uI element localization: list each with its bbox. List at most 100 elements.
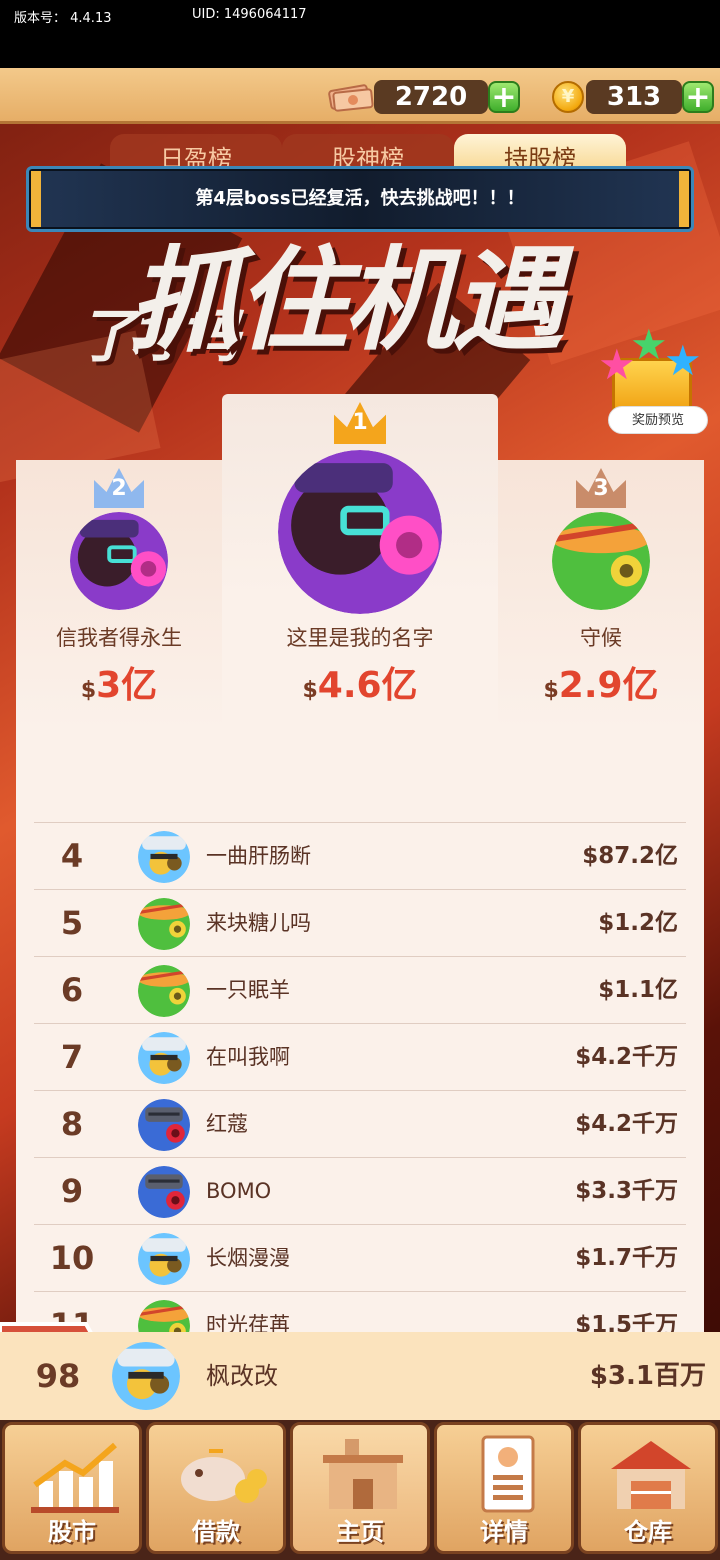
podium-name: 守候 [580,626,622,650]
currency-symbol: $ [543,678,559,703]
title-art: 了才吗 抓住机遇 [78,236,598,386]
status-bar: 版本号： 4.4.13 UID: 1496064117 [0,0,720,68]
add-coins-button[interactable]: + [682,81,714,113]
podium-rank-2[interactable]: 2 信我者得永生 $3亿 [16,460,222,720]
nav-label: 详情 [480,1518,528,1546]
row-money: $1.1亿 [598,977,678,1003]
stock-chart-icon [31,1442,119,1513]
podium-name: 这里是我的名字 [286,626,434,650]
crown-icon: 2 [94,468,144,508]
podium-rank-3[interactable]: 3 守候 $2.9亿 [498,460,704,720]
bottom-navigation: 股市 借款 主页 详情 仓库 [0,1420,720,1560]
row-avatar [138,898,190,950]
row-name: 一只眠羊 [206,978,290,1002]
row-rank: 8 [60,1105,84,1143]
row-rank: 5 [60,904,84,942]
reward-preview-button[interactable]: ★ ★ ★ 奖励预览 [594,318,714,434]
currency-symbol: $ [302,678,318,703]
row-avatar [138,965,190,1017]
currency-symbol: $ [80,678,97,703]
my-rank-bar[interactable]: 98 枫改改 $3.1百万 [0,1332,720,1420]
row-name: 长烟漫漫 [206,1246,290,1270]
avatar [278,450,442,614]
title-main: 抓住机遇 [128,236,564,366]
home-icon [323,1439,403,1509]
piggy-bank-icon [181,1449,267,1503]
crown-rank-number: 1 [352,410,368,435]
ranking-row[interactable]: 6 一只眠羊 $1.1亿 [34,956,686,1023]
star-icon: ★ [630,320,668,369]
ranking-row[interactable]: 4 一曲肝肠断 $87.2亿 [34,822,686,889]
nav-stock-market[interactable]: 股市 [2,1422,142,1554]
crown-rank-number: 3 [593,476,609,501]
nav-label: 主页 [336,1518,384,1546]
row-name: 来块糖儿吗 [206,911,311,935]
my-avatar [112,1342,180,1410]
nav-label: 仓库 [624,1518,672,1546]
my-money: $3.1百万 [589,1361,706,1391]
my-name: 枫改改 [206,1362,278,1390]
version-text: 版本号： 4.4.13 [14,11,112,26]
row-avatar [138,1166,190,1218]
crown-icon: 3 [576,468,626,508]
nav-label: 股市 [48,1518,96,1546]
podium-amount: $3亿 [16,656,222,708]
podium-amount-value: 2.9亿 [558,665,659,706]
podium-rank-1[interactable]: 1 这里是我的名字 $4.6亿 [222,394,498,720]
podium-amount-value: 3亿 [96,665,158,706]
warehouse-icon [611,1441,691,1509]
profile-card-icon [481,1435,535,1513]
row-name: 在叫我啊 [206,1045,290,1069]
row-rank: 7 [60,1038,84,1076]
row-money: $3.3千万 [575,1178,678,1204]
boss-notice-banner[interactable]: 第4层boss已经复活，快去挑战吧！！！ [26,166,694,232]
cash-currency: 2720 + [328,80,524,114]
row-money: $4.2千万 [575,1111,678,1137]
row-avatar [138,831,190,883]
nav-loan[interactable]: 借款 [146,1422,286,1554]
cash-bundle-icon [328,84,374,112]
row-rank: 10 [49,1239,95,1277]
star-icon: ★ [664,336,702,385]
podium-amount-value: 4.6亿 [317,665,418,706]
ranking-row[interactable]: 10 长烟漫漫 $1.7千万 [34,1224,686,1291]
crown-icon: 1 [334,402,386,444]
coin-amount: 313 [586,80,682,114]
ranking-row[interactable]: 5 来块糖儿吗 $1.2亿 [34,889,686,956]
row-money: $1.2亿 [598,910,678,936]
podium-name: 信我者得永生 [56,626,182,650]
add-cash-button[interactable]: + [488,81,520,113]
row-name: 一曲肝肠断 [206,844,311,868]
nav-warehouse[interactable]: 仓库 [578,1422,718,1554]
row-rank: 6 [60,971,84,1009]
ranking-row[interactable]: 7 在叫我啊 $4.2千万 [34,1023,686,1090]
nav-home[interactable]: 主页 [290,1422,430,1554]
row-money: $4.2千万 [575,1044,678,1070]
avatar [552,512,650,610]
row-avatar [138,1099,190,1151]
podium-amount: $2.9亿 [498,656,704,708]
crown-rank-number: 2 [111,476,127,501]
gold-coin-icon: ¥ [552,81,584,113]
ranking-row[interactable]: 9 BOMO $3.3千万 [34,1157,686,1224]
podium-amount: $4.6亿 [222,656,498,708]
avatar [70,512,168,610]
nav-label: 借款 [192,1518,240,1546]
nav-details[interactable]: 详情 [434,1422,574,1554]
row-rank: 9 [60,1172,84,1210]
boss-notice-text: 第4层boss已经复活，快去挑战吧！！！ [195,188,525,209]
row-avatar [138,1233,190,1285]
my-rank: 98 [35,1357,81,1395]
leaderboard-panel: 2 信我者得永生 $3亿 1 这里是我的名字 $4.6亿 3 守候 $2.9亿 … [16,394,704,1419]
row-money: $87.2亿 [582,843,678,869]
cash-amount: 2720 [374,80,488,114]
ranking-row[interactable]: 8 红蔻 $4.2千万 [34,1090,686,1157]
coin-currency: ¥ 313 + [552,80,718,114]
row-name: 红蔻 [206,1112,248,1136]
currency-bar: 2720 + ¥ 313 + [0,68,720,124]
reward-preview-label: 奖励预览 [608,406,708,434]
row-money: $1.7千万 [575,1245,678,1271]
row-rank: 4 [60,837,84,875]
row-name: BOMO [206,1179,272,1203]
leaderboard-scene: 2720 + ¥ 313 + 日盈榜 股神榜 持股榜 第4层boss已经复活，快… [0,68,720,1560]
